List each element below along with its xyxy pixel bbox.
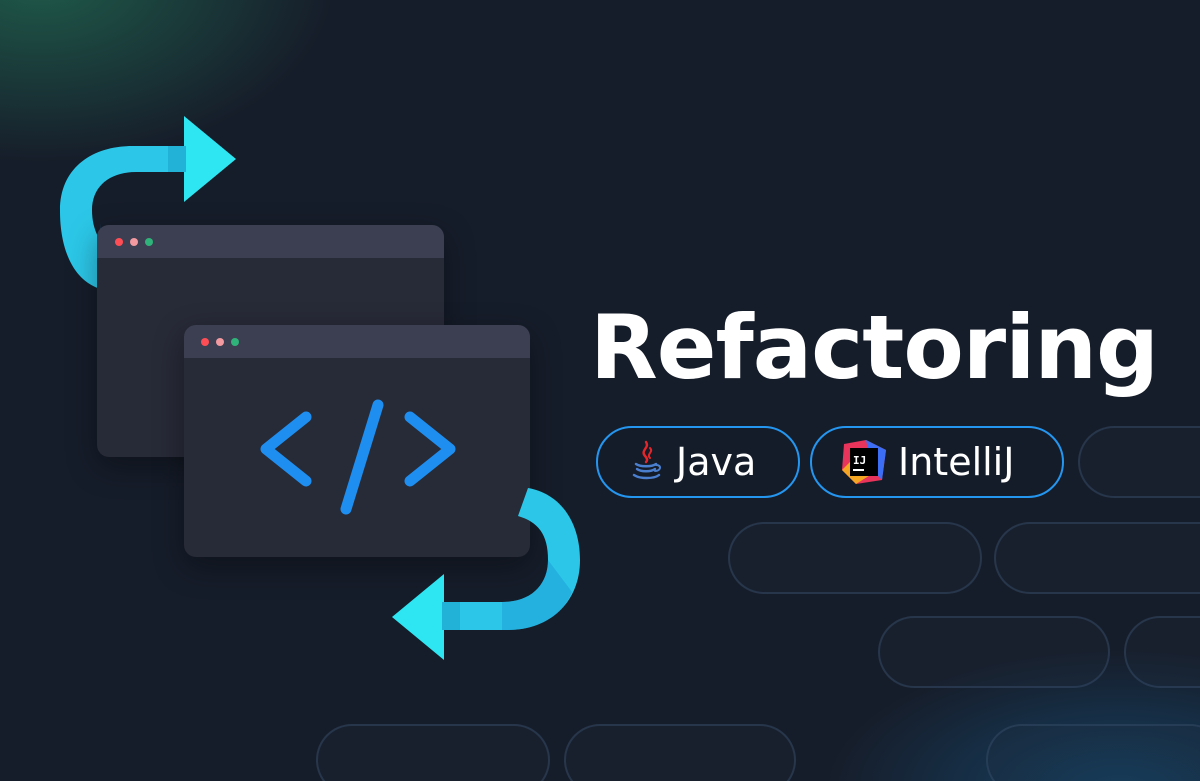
ghost-pill <box>728 522 982 594</box>
window-maximize-dot <box>145 238 153 246</box>
window-close-dot <box>201 338 209 346</box>
tag-java-label: Java <box>676 440 757 484</box>
intellij-icon: IJ <box>842 440 886 484</box>
ghost-pill <box>1124 616 1200 688</box>
tag-intellij-label: IntelliJ <box>898 440 1015 484</box>
ghost-pill <box>564 724 796 781</box>
intellij-logo-text: IJ <box>853 454 866 467</box>
window-close-dot <box>115 238 123 246</box>
refactor-arrow-bottom-icon <box>392 488 580 660</box>
ghost-pill <box>1078 426 1200 498</box>
window-maximize-dot <box>231 338 239 346</box>
ghost-pill <box>994 522 1200 594</box>
tag-intellij: IJ IntelliJ <box>810 426 1064 498</box>
page-title: Refactoring <box>590 296 1159 399</box>
java-icon <box>632 440 661 480</box>
window-titlebar <box>184 325 530 358</box>
window-minimize-dot <box>130 238 138 246</box>
tag-java: Java <box>596 426 800 498</box>
window-titlebar <box>97 225 444 258</box>
ghost-pill <box>878 616 1110 688</box>
ghost-pill <box>316 724 550 781</box>
banner: Refactoring Java IJ IntelliJ <box>0 0 1200 781</box>
ghost-pill <box>986 724 1200 781</box>
window-minimize-dot <box>216 338 224 346</box>
